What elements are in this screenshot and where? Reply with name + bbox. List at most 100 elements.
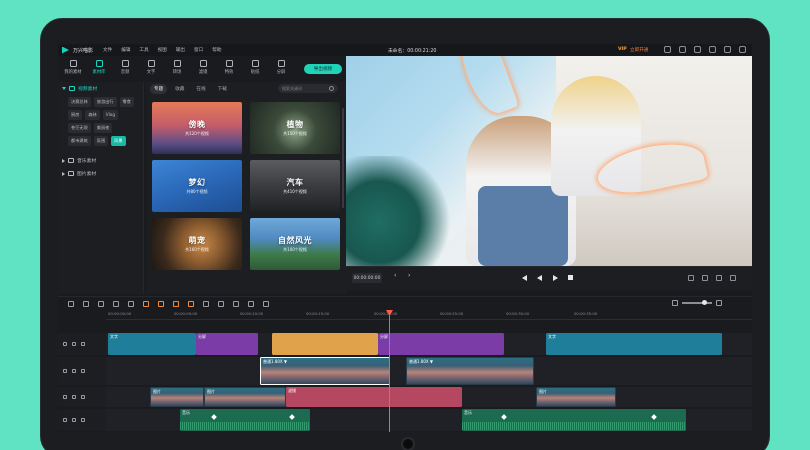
tag-item[interactable]: 零食: [119, 97, 134, 107]
export-video-button[interactable]: 导出视频: [304, 64, 342, 74]
tag-item[interactable]: 决赛总林: [68, 97, 91, 107]
tool-filter[interactable]: 滤镜: [192, 56, 214, 78]
tab-downloads[interactable]: 下载: [214, 84, 231, 94]
timeline-clip[interactable]: 图片: [204, 387, 286, 407]
next-marker-icon[interactable]: ›: [408, 272, 414, 279]
media-card[interactable]: 植物 共150个视频: [250, 102, 340, 154]
timeline-clip[interactable]: 文字: [108, 333, 196, 355]
track-lane[interactable]: 普通1.80X ▼ 普通1.80X ▼: [106, 357, 752, 385]
tag-item[interactable]: 美丽夜: [93, 123, 113, 133]
media-card[interactable]: 自然风光 共100个视频: [250, 218, 340, 270]
timeline-clip[interactable]: 普通1.80X ▼: [260, 357, 390, 385]
tool-my-media[interactable]: 我的素材: [62, 56, 84, 78]
mute-icon[interactable]: [81, 418, 85, 422]
tab-favorites[interactable]: 收藏: [171, 84, 188, 94]
tab-topics[interactable]: 专题: [150, 84, 168, 94]
mask-icon[interactable]: [233, 300, 239, 307]
sidebar-item-video[interactable]: 视频素材: [58, 82, 143, 95]
timeline-clip[interactable]: 分屏: [196, 333, 258, 355]
tag-item[interactable]: 苍茫无垠: [68, 123, 91, 133]
tab-online[interactable]: 在线: [192, 84, 209, 94]
tag-item[interactable]: 厨房: [68, 110, 83, 120]
keyframe-icon[interactable]: [211, 414, 217, 420]
track-lane[interactable]: 图片 图片 滤镜 图片: [106, 387, 752, 407]
reverse-icon[interactable]: [158, 300, 164, 307]
menu-view[interactable]: 视图: [158, 47, 167, 53]
tag-item[interactable]: 森林: [85, 110, 100, 120]
crop-icon[interactable]: [203, 300, 209, 307]
close-icon[interactable]: [739, 46, 746, 53]
tool-text[interactable]: 文字: [140, 56, 162, 78]
timeline-clip[interactable]: 图片: [536, 387, 616, 407]
text-tool-icon[interactable]: [128, 300, 134, 307]
lock-icon[interactable]: [72, 342, 76, 346]
tag-item[interactable]: 旅游出行: [93, 97, 117, 107]
vip-activate-link[interactable]: 立即开通: [630, 47, 648, 53]
track-lane[interactable]: 音乐 音乐: [106, 409, 752, 431]
rewind-icon[interactable]: [522, 275, 528, 281]
rotate-icon[interactable]: [188, 300, 194, 307]
cut-icon[interactable]: [113, 300, 119, 307]
timeline-clip[interactable]: 音乐: [180, 409, 310, 431]
media-scrollbar[interactable]: [342, 108, 344, 208]
freeze-icon[interactable]: [173, 300, 179, 307]
tool-audio[interactable]: 音频: [114, 56, 136, 78]
undo-icon[interactable]: [68, 300, 74, 307]
zoom-in-icon[interactable]: [716, 300, 722, 306]
account-icon[interactable]: [664, 46, 671, 53]
preview-player[interactable]: [346, 56, 752, 266]
color-icon[interactable]: [218, 300, 224, 307]
timeline-clip[interactable]: 音乐: [462, 409, 686, 431]
search-input[interactable]: 搜索关键词: [278, 84, 338, 93]
chroma-key-icon[interactable]: [263, 300, 269, 307]
media-card[interactable]: 汽车 共410个视频: [250, 160, 340, 212]
delete-icon[interactable]: [98, 300, 104, 307]
lock-icon[interactable]: [72, 395, 76, 399]
speed-icon[interactable]: [143, 300, 149, 307]
maximize-icon[interactable]: [724, 46, 731, 53]
keyframe-icon[interactable]: [501, 414, 507, 420]
volume-icon[interactable]: [716, 275, 722, 281]
eye-icon[interactable]: [81, 369, 85, 373]
sidebar-item-music[interactable]: 音乐素材: [58, 154, 143, 167]
prev-marker-icon[interactable]: ‹: [394, 272, 400, 279]
menu-export[interactable]: 输出: [176, 47, 185, 53]
track-lane[interactable]: 文字 分屏 分屏 文字: [106, 333, 752, 355]
media-card[interactable]: 梦幻 共80个视频: [152, 160, 242, 212]
tool-effects[interactable]: 特效: [218, 56, 240, 78]
tool-transition[interactable]: 转场: [166, 56, 188, 78]
step-back-icon[interactable]: [537, 275, 543, 281]
tag-item[interactable]: 都市建筑: [68, 136, 91, 146]
eye-icon[interactable]: [81, 395, 85, 399]
sidebar-item-image[interactable]: 图片素材: [58, 167, 143, 180]
redo-icon[interactable]: [83, 300, 89, 307]
keyframe-icon[interactable]: [289, 414, 295, 420]
lock-icon[interactable]: [72, 369, 76, 373]
minimize-icon[interactable]: [709, 46, 716, 53]
menu-file[interactable]: 文件: [103, 47, 112, 53]
timeline-clip[interactable]: 普通1.80X ▼: [406, 357, 534, 385]
snapshot-icon[interactable]: [702, 275, 708, 281]
tag-item-active[interactable]: 风景: [111, 136, 126, 146]
stop-icon[interactable]: [568, 275, 574, 281]
menu-window[interactable]: 窗口: [194, 47, 203, 53]
notification-icon[interactable]: [679, 46, 686, 53]
menu-help[interactable]: 帮助: [212, 47, 221, 53]
audio-detach-icon[interactable]: [248, 300, 254, 307]
timeline-ruler[interactable]: 00:00:00:00 00:00:05:00 00:00:10:00 00:0…: [106, 310, 752, 320]
media-card[interactable]: 萌宠 共160个视频: [152, 218, 242, 270]
play-icon[interactable]: [553, 275, 559, 281]
zoom-out-icon[interactable]: [672, 300, 678, 306]
timeline-clip[interactable]: 文字: [546, 333, 722, 355]
fullscreen-icon[interactable]: [730, 275, 736, 281]
tool-split-screen[interactable]: 分屏: [270, 56, 292, 78]
keyframe-icon[interactable]: [651, 414, 657, 420]
zoom-knob[interactable]: [702, 300, 707, 306]
render-icon[interactable]: [688, 275, 694, 281]
timeline-clip[interactable]: 图片: [150, 387, 204, 407]
eye-icon[interactable]: [81, 342, 85, 346]
tag-item[interactable]: 氛围: [93, 136, 109, 146]
tag-item[interactable]: Vlog: [102, 110, 119, 120]
zoom-slider[interactable]: [682, 300, 712, 306]
timeline-clip[interactable]: 分屏: [378, 333, 504, 355]
